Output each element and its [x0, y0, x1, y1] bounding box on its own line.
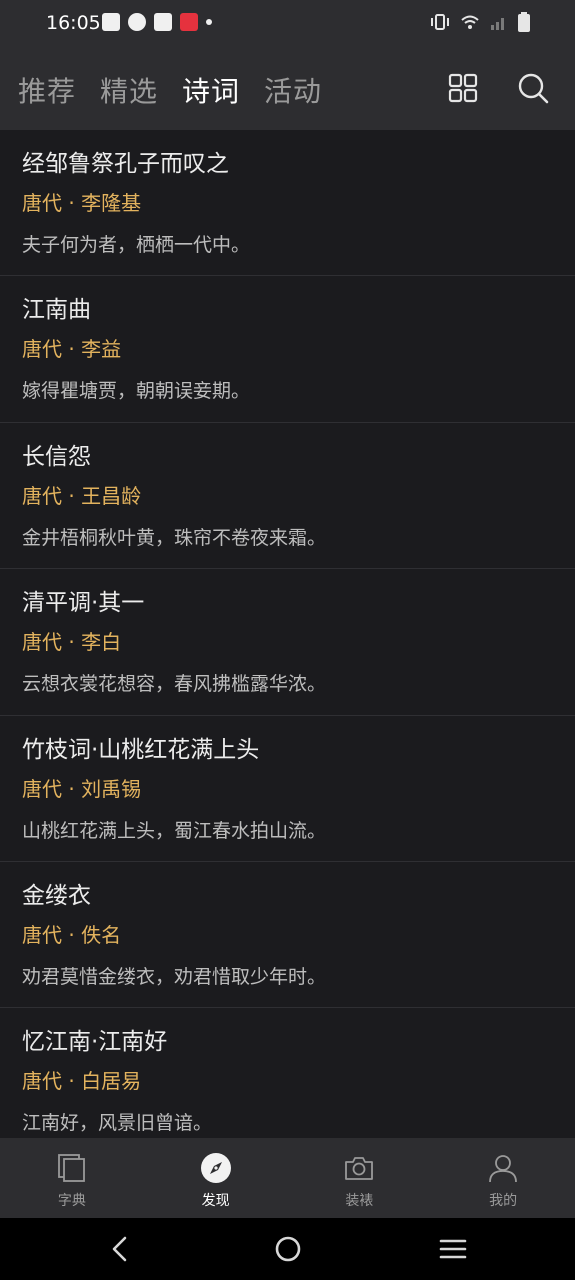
bottom-nav-label: 发现: [201, 1193, 230, 1209]
mail-notification-icon: [102, 13, 120, 31]
poem-title: 竹枝词·山桃红花满上头: [22, 736, 260, 763]
poem-item[interactable]: 经邹鲁祭孔子而叹之 唐代 · 李隆基 夫子何为者，栖栖一代中。: [0, 130, 575, 277]
poem-author: 唐代 · 李白: [22, 630, 122, 655]
poem-line: 夫子何为者，栖栖一代中。: [22, 234, 251, 256]
dictionary-icon: [57, 1154, 85, 1182]
bottom-nav-label: 字典: [57, 1193, 86, 1209]
poem-list[interactable]: 经邹鲁祭孔子而叹之 唐代 · 李隆基 夫子何为者，栖栖一代中。 江南曲 唐代 ·…: [0, 130, 575, 1138]
bottom-nav-discover[interactable]: 发现: [144, 1138, 288, 1218]
grid-icon[interactable]: [446, 71, 480, 105]
poem-title: 忆江南·江南好: [22, 1029, 168, 1056]
poem-line: 山桃红花满上头，蜀江春水拍山流。: [22, 819, 327, 842]
poem-line: 江南好，风景旧曾谙。: [22, 1112, 213, 1135]
tab-activities[interactable]: 活动: [264, 70, 322, 110]
poem-item[interactable]: 长信怨 唐代 · 王昌龄 金井梧桐秋叶黄，珠帘不卷夜来霜。: [0, 423, 575, 570]
more-notifications-icon: [206, 19, 212, 25]
profile-icon: [489, 1155, 518, 1183]
home-icon[interactable]: [273, 1234, 303, 1264]
tab-recommended[interactable]: 推荐: [18, 70, 76, 110]
bottom-nav: 字典 发现 装裱 我的: [0, 1138, 575, 1218]
bottom-nav-profile[interactable]: 我的: [431, 1138, 575, 1218]
bottom-nav-dictionary[interactable]: 字典: [0, 1138, 144, 1218]
poem-title: 清平调·其一: [22, 590, 145, 617]
battery-icon: [518, 12, 530, 32]
poem-author: 唐代 · 白居易: [22, 1069, 142, 1094]
bottom-nav-mount[interactable]: 装裱: [288, 1138, 432, 1218]
poem-author: 唐代 · 李益: [22, 337, 122, 362]
poem-item[interactable]: 江南曲 唐代 · 李益 嫁得瞿塘贾，朝朝误妾期。: [0, 276, 575, 423]
poem-title: 长信怨: [22, 443, 91, 470]
poem-author: 唐代 · 刘禹锡: [22, 776, 142, 801]
poem-line: 云想衣裳花想容，春风拂槛露华浓。: [22, 673, 327, 696]
vibrate-icon: [431, 14, 449, 30]
poem-author: 唐代 · 佚名: [22, 922, 122, 947]
app-notification-icon: [180, 13, 198, 31]
poem-title: 经邹鲁祭孔子而叹之: [22, 151, 229, 177]
bottom-nav-label: 我的: [489, 1193, 518, 1209]
poem-item[interactable]: 竹枝词·山桃红花满上头 唐代 · 刘禹锡 山桃红花满上头，蜀江春水拍山流。: [0, 716, 575, 862]
poem-line: 劝君莫惜金缕衣，劝君惜取少年时。: [22, 965, 327, 988]
back-icon[interactable]: [106, 1234, 136, 1264]
recent-apps-icon[interactable]: [438, 1234, 468, 1264]
signal-icon: [491, 18, 504, 30]
system-status-icons: [430, 12, 530, 32]
poem-author: 唐代 · 王昌龄: [22, 483, 142, 508]
poem-line: 嫁得瞿塘贾，朝朝误妾期。: [22, 380, 251, 403]
poem-title: 金缕衣: [22, 882, 91, 909]
system-nav-bar: [0, 1218, 575, 1280]
poem-author: 唐代 · 李隆基: [22, 191, 142, 215]
poem-item[interactable]: 清平调·其一 唐代 · 李白 云想衣裳花想容，春风拂槛露华浓。: [0, 569, 575, 716]
poem-title: 江南曲: [22, 297, 91, 324]
status-time: 16:05: [46, 12, 101, 34]
calendar-notification-icon: [154, 13, 172, 31]
poem-item[interactable]: 忆江南·江南好 唐代 · 白居易 江南好，风景旧曾谙。: [0, 1008, 575, 1138]
wifi-icon: [461, 15, 479, 29]
search-icon[interactable]: [516, 71, 550, 105]
poem-line: 金井梧桐秋叶黄，珠帘不卷夜来霜。: [22, 526, 327, 549]
notification-icons: [102, 13, 212, 31]
bottom-nav-label: 装裱: [345, 1193, 374, 1209]
check-notification-icon: [128, 13, 146, 31]
status-bar: 16:05: [0, 0, 575, 48]
tab-featured[interactable]: 精选: [100, 70, 158, 110]
camera-icon: [345, 1157, 374, 1180]
top-nav: 推荐 精选 诗词 活动: [0, 48, 575, 130]
tab-poetry[interactable]: 诗词: [182, 70, 240, 110]
compass-icon: [200, 1153, 231, 1183]
poem-item[interactable]: 金缕衣 唐代 · 佚名 劝君莫惜金缕衣，劝君惜取少年时。: [0, 862, 575, 1009]
